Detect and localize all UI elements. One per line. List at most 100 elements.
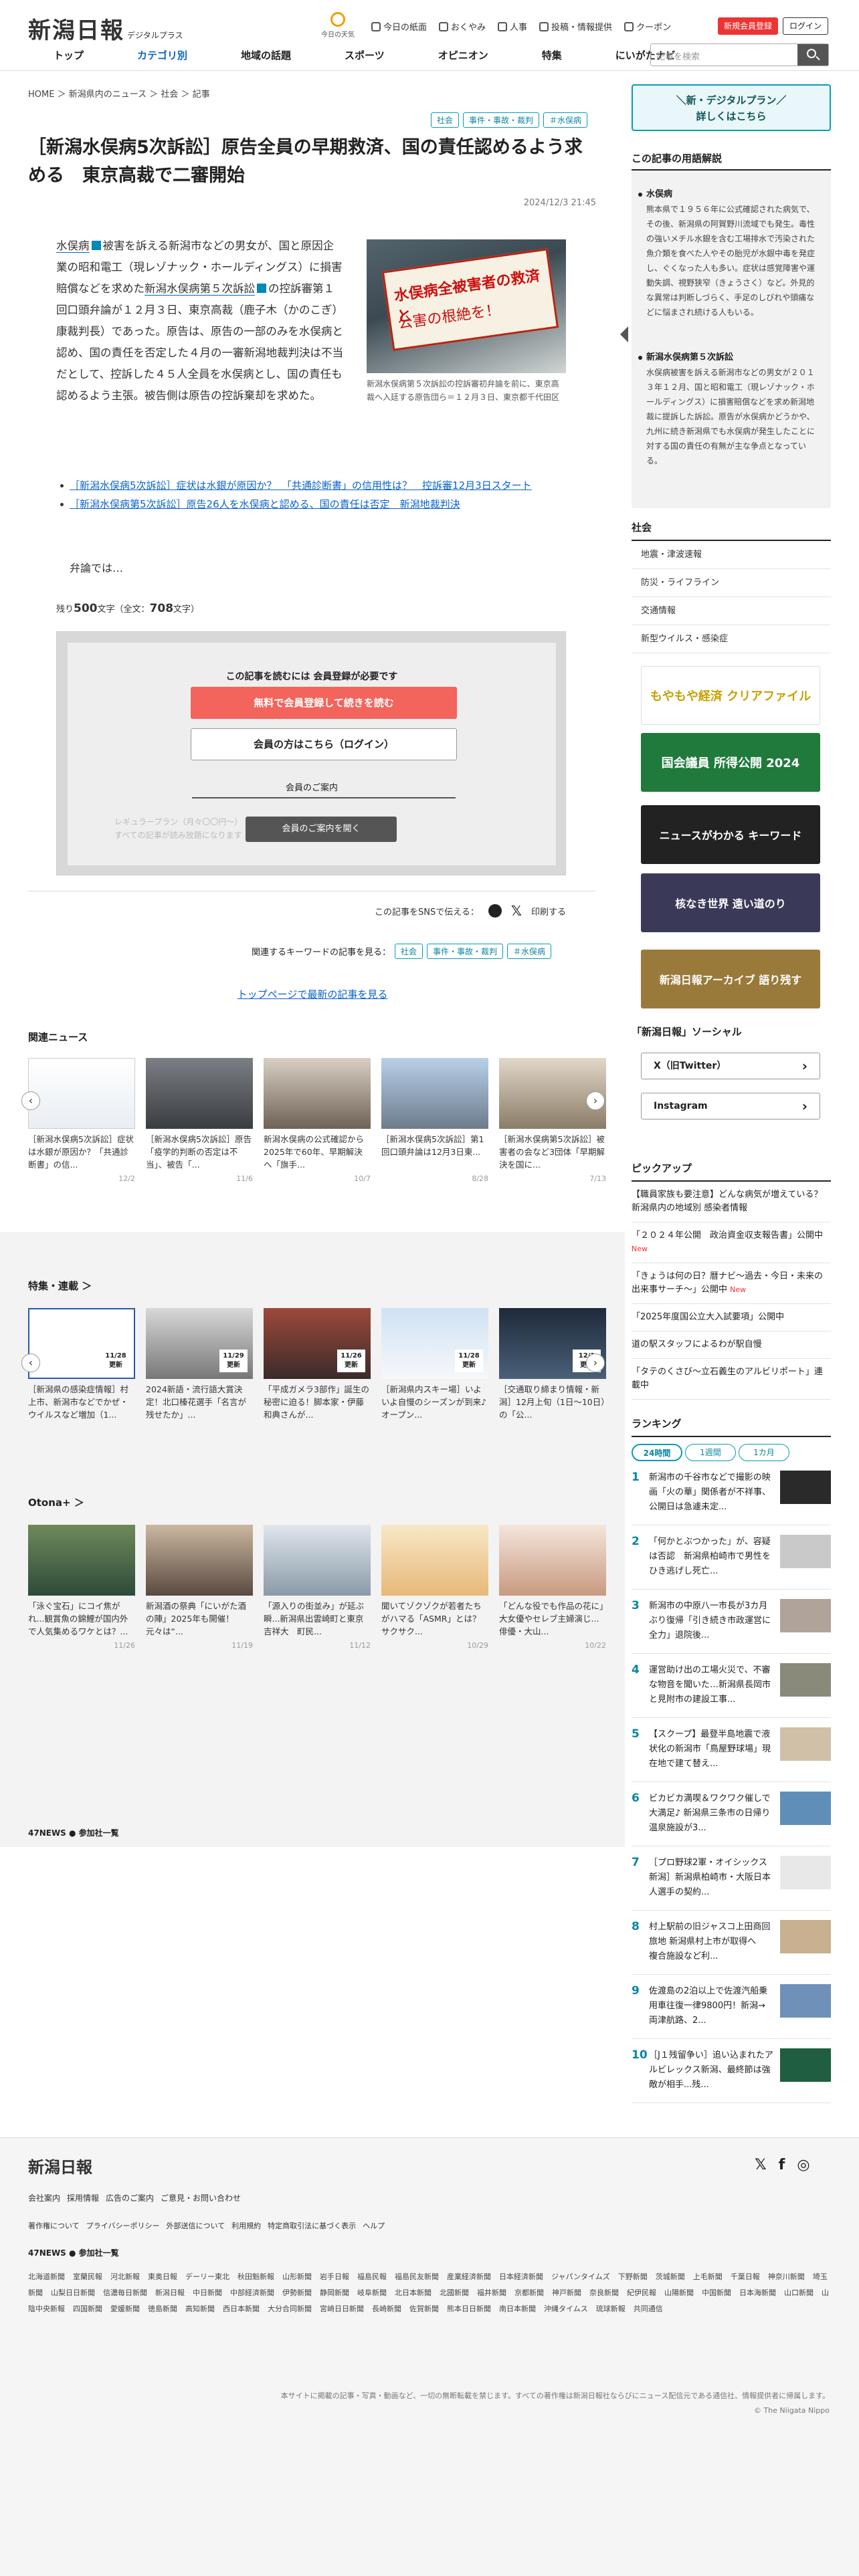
network-link[interactable]: 四国新聞 — [73, 2304, 102, 2313]
footer-link[interactable]: 採用情報 — [67, 2192, 99, 2204]
carousel-prev-button[interactable]: ‹ — [21, 1091, 40, 1110]
breadcrumb[interactable]: HOME ＞ 新潟県内のニュース ＞ 社会 ＞ 記事 — [28, 87, 210, 100]
pickup-item[interactable]: 道の駅スタッフによるわが駅自慢 — [632, 1331, 831, 1359]
search-input[interactable]: 記事を検索 — [656, 49, 700, 62]
util-personnel[interactable]: 人事 — [498, 20, 527, 33]
network-link[interactable]: 日本経済新聞 — [499, 2272, 543, 2281]
network-link[interactable]: 山梨日日新聞 — [51, 2288, 95, 2297]
related-link[interactable]: ［新潟水俣病第5次訴訟］原告26人を水俣病と認める、国の責任は否定 新潟地裁判決 — [60, 495, 591, 514]
nav-sports[interactable]: スポーツ — [318, 44, 411, 67]
social-link[interactable]: 地震・津波速報 — [632, 541, 831, 569]
tag-minamata[interactable]: ＃水俣病 — [507, 944, 552, 959]
util-submit[interactable]: 投稿・情報提供 — [539, 20, 612, 33]
news47-link[interactable]: 47NEWS ● 参加社一覧 — [28, 1827, 119, 1838]
news-card[interactable]: ［新潟水俣病5次訴訟］第1回口頭弁論は12月3日東... 8/28 — [381, 1058, 488, 1183]
network-link[interactable]: 奈良新聞 — [589, 2288, 619, 2297]
tag-society[interactable]: 社会 — [430, 112, 459, 128]
register-button[interactable]: 新規会員登録 — [718, 17, 778, 35]
article-photo[interactable]: 水俣病全被害者の救済と 公害の根絶を！ — [367, 239, 566, 373]
term-link-suit[interactable]: 新潟水俣病第５次訴訟 — [145, 282, 255, 296]
network-link[interactable]: 佐賀新聞 — [409, 2304, 439, 2313]
login-button[interactable]: ログイン — [783, 17, 828, 35]
otona-card[interactable]: 「泳ぐ宝石」にコイ焦がれ...観賞魚の錦鯉が国内外で人気集めるワケとは？... 1… — [28, 1525, 135, 1650]
ranking-item[interactable]: 2 「何かとぶつかった」が、容疑は否認 新潟県柏崎市で男性をひき逃げし死亡... — [632, 1525, 831, 1590]
network-link[interactable]: 紀伊民報 — [627, 2288, 656, 2297]
network-link[interactable]: デーリー東北 — [185, 2272, 229, 2281]
footer-link[interactable]: 利用規約 — [231, 2220, 261, 2231]
network-link[interactable]: 岩手日報 — [320, 2272, 349, 2281]
pickup-item[interactable]: 「２０２４年公開 政治資金収支報告書」公開中 New — [632, 1222, 831, 1263]
network-link[interactable]: 東奥日報 — [148, 2272, 177, 2281]
instagram-icon[interactable]: ◎ — [797, 2157, 809, 2173]
social-link[interactable]: 交通情報 — [632, 597, 831, 625]
pickup-item[interactable]: 【職員家族も要注意】どんな病気が増えている？ 新潟県内の地域別 感染者情報 — [632, 1182, 831, 1222]
network-link[interactable]: 上毛新聞 — [693, 2272, 723, 2281]
network-link[interactable]: 信濃毎日新聞 — [103, 2288, 147, 2297]
back-to-top-link[interactable]: トップページで最新の記事を見る — [0, 987, 625, 1001]
ranking-item[interactable]: 7 ［プロ野球2軍・オイシックス新潟］新潟県柏崎市・大阪日本人選手の契約... — [632, 1846, 831, 1911]
search-box[interactable]: 記事を検索 — [650, 43, 829, 66]
footer-logo[interactable]: 新潟日報 — [28, 2154, 92, 2177]
network-link[interactable]: 宮崎日日新聞 — [320, 2304, 364, 2313]
network-link[interactable]: 静岡新聞 — [320, 2288, 349, 2297]
related-link[interactable]: ［新潟水俣病5次訴訟］症状は水銀が原因か？ 「共通診断書」の信用性は？ 控訴審1… — [60, 476, 591, 495]
network-link[interactable]: 福井新聞 — [477, 2288, 506, 2297]
footer-link[interactable]: ご意見・お問い合わせ — [161, 2192, 241, 2204]
tag-minamata[interactable]: ＃水俣病 — [543, 112, 587, 128]
footer-link[interactable]: 外部送信について — [166, 2220, 225, 2231]
footer-link[interactable]: プライバシーポリシー — [86, 2220, 160, 2231]
network-link[interactable]: 茨城新聞 — [656, 2272, 685, 2281]
network-link[interactable]: 神奈川新聞 — [768, 2272, 805, 2281]
network-link[interactable]: 徳島新聞 — [148, 2304, 177, 2313]
member-login-button[interactable]: 会員の方はこちら（ログイン） — [191, 728, 457, 760]
network-link[interactable]: 西日本新聞 — [223, 2304, 260, 2313]
network-link[interactable]: 河北新報 — [110, 2272, 140, 2281]
footer-link[interactable]: ヘルプ — [363, 2220, 385, 2231]
network-link[interactable]: 熊本日日新聞 — [447, 2304, 491, 2313]
nav-opinion[interactable]: オピニオン — [411, 44, 515, 67]
network-link[interactable]: 共同通信 — [634, 2304, 663, 2313]
banner-clear-file[interactable]: もやもや経済 クリアファイル — [641, 666, 820, 725]
ranking-item[interactable]: 10 ［J１残留争い］追い込まれたアルビレックス新潟、最終節は強敵が相手...残.… — [632, 2039, 831, 2103]
ranking-item[interactable]: 5 【スクープ】最登半島地震で液状化の新潟市「鳥屋野球場」現在地で建て替え... — [632, 1718, 831, 1782]
network-link[interactable]: 中部経済新聞 — [230, 2288, 274, 2297]
tag-incident[interactable]: 事件・事故・裁判 — [462, 112, 539, 128]
tab-1month[interactable]: 1カ月 — [739, 1444, 789, 1461]
tag-incident[interactable]: 事件・事故・裁判 — [427, 944, 504, 959]
otona-card[interactable]: 「源入りの街並み」が延ぶ瞬...新潟県出雲崎町と東京吉祥大 町民... 11/12 — [264, 1525, 371, 1650]
tab-1week[interactable]: 1週間 — [685, 1444, 736, 1461]
network-link[interactable]: 福島民報 — [357, 2272, 387, 2281]
network-link[interactable]: 神戸新聞 — [552, 2288, 581, 2297]
footer-link[interactable]: 会社案内 — [28, 2192, 60, 2204]
footer-link[interactable]: 広告のご案内 — [106, 2192, 154, 2204]
util-paper[interactable]: 今日の紙面 — [371, 20, 427, 33]
weather-widget[interactable]: 今日の天気 — [314, 12, 361, 39]
network-link[interactable]: 下野新聞 — [618, 2272, 648, 2281]
otona-card[interactable]: 「どんな役でも作品の花に」大女優やセレブ主婦演じ...俳優・大山... 10/22 — [499, 1525, 606, 1650]
network-link[interactable]: 中国新聞 — [702, 2288, 731, 2297]
feature-card[interactable]: ［新潟県の感染症情報］村上市、新潟市などでかぜ・ウイルスなど増加（1... 11/… — [28, 1308, 135, 1422]
news-card[interactable]: 新潟水俣病の公式確認から2025年で60年、早期解決へ「旗手... 10/7 — [264, 1058, 371, 1183]
facebook-icon[interactable] — [488, 904, 502, 918]
pickup-item[interactable]: 「タテのくさび～立石義生のアルビリポート」連載中 — [632, 1359, 831, 1400]
network-link[interactable]: 山口新聞 — [784, 2288, 814, 2297]
feature-card[interactable]: ［新潟県内スキー場］いよいよ自慢のシーズンが到来♪オープン... 11/28 更新 — [381, 1308, 488, 1422]
feature-card[interactable]: 「平成ガメラ3部作」誕生の秘密に迫る！脚本家・伊藤和典さんが... 11/26 更新 — [264, 1308, 371, 1422]
news-card[interactable]: ［新潟水俣病第5次訴訟］被害者の会など3団体「早期解決を国に... 7/13 — [499, 1058, 606, 1183]
network-link[interactable]: 高知新聞 — [185, 2304, 215, 2313]
ranking-item[interactable]: 3 新潟市の中原八一市長が3カ月ぶり復帰「引き続き市政運営に全力」退院後... — [632, 1590, 831, 1654]
term-link-minamata[interactable]: 水俣病 — [56, 239, 90, 253]
news47-footer-link[interactable]: 47NEWS ● 参加社一覧 — [28, 2247, 119, 2258]
ranking-item[interactable]: 9 佐渡島の2泊以上で佐渡汽船乗用車往復一律9800円！新潟→両津航路、2... — [632, 1975, 831, 2039]
carousel-next-button[interactable]: › — [586, 1354, 605, 1372]
network-link[interactable]: 日本海新聞 — [739, 2288, 776, 2297]
network-link[interactable]: 京都新聞 — [514, 2288, 544, 2297]
tab-24h[interactable]: 24時間 — [632, 1444, 682, 1461]
network-link[interactable]: 琉球新報 — [596, 2304, 626, 2313]
facebook-icon[interactable]: f — [779, 2157, 785, 2173]
footer-link[interactable]: 特定商取引法に基づく表示 — [268, 2220, 356, 2231]
news-card[interactable]: ［新潟水俣病5次訴訟］原告「疫学的判断の否定は不当」、被告「... 11/6 — [146, 1058, 253, 1183]
carousel-prev-button[interactable]: ‹ — [21, 1354, 40, 1372]
nav-region[interactable]: 地域の話題 — [214, 44, 318, 67]
features-heading[interactable]: 特集・連載 ＞ — [28, 1279, 92, 1293]
